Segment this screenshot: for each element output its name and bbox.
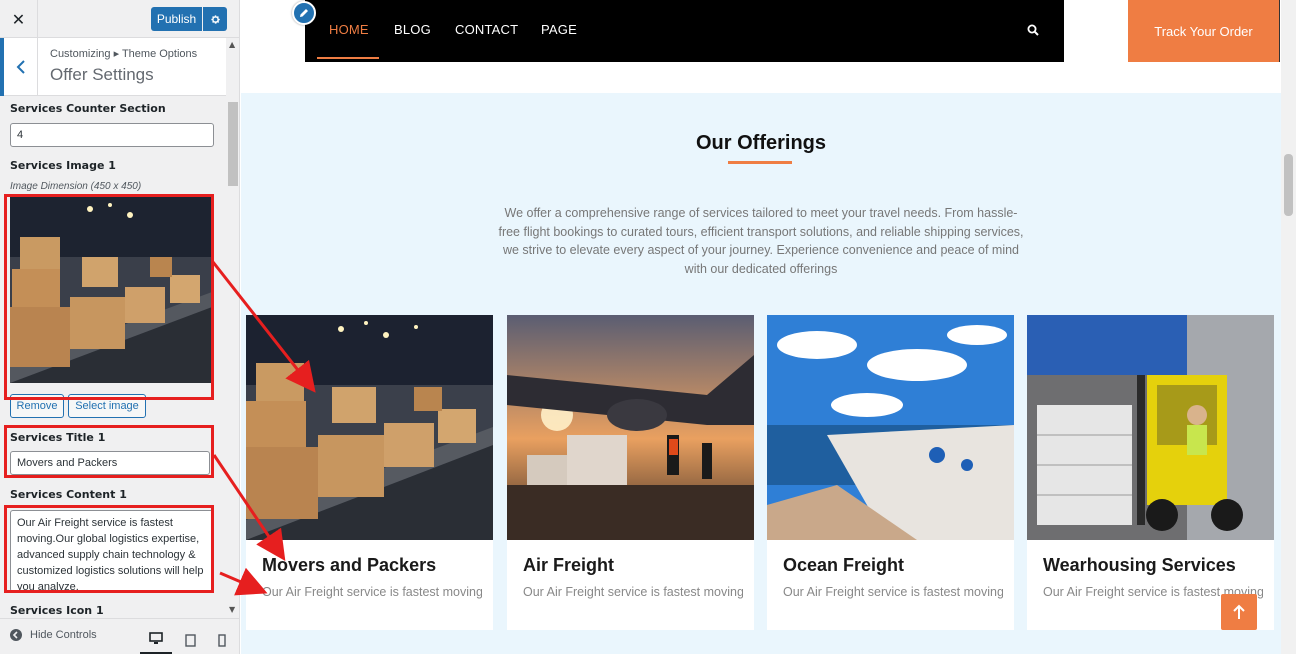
track-order-button[interactable]: Track Your Order (1128, 0, 1280, 62)
scroll-to-top-button[interactable] (1221, 594, 1257, 630)
section-title: Offer Settings (50, 65, 154, 84)
card-image-warehouse-boxes (246, 315, 493, 540)
nav-item-page[interactable]: PAGE (541, 22, 577, 37)
card-image-santorini-coast (767, 315, 1014, 540)
card-title: Air Freight (523, 555, 615, 575)
desktop-preview-icon[interactable] (140, 625, 172, 654)
sidebar-scrollbar[interactable]: ▲ ▼ (226, 38, 239, 618)
tablet-preview-icon[interactable] (174, 625, 206, 654)
scroll-up-icon[interactable]: ▲ (229, 40, 235, 49)
sidebar-scroll-thumb[interactable] (228, 102, 238, 186)
mobile-preview-icon[interactable] (206, 625, 238, 654)
offerings-title-underline (728, 161, 792, 164)
card-title: Wearhousing Services (1043, 555, 1236, 575)
card-image-forklift (1027, 315, 1274, 540)
nav-item-home[interactable]: HOME (329, 22, 369, 37)
main-nav: HOME BLOG CONTACT PAGE Track Your Order (305, 0, 1280, 62)
gear-icon[interactable] (203, 7, 227, 31)
hide-controls-icon (10, 629, 22, 641)
icon-label: Services Icon 1 (10, 604, 104, 617)
card-text: Our Air Freight service is fastest movin… (262, 585, 482, 599)
nav-item-blog[interactable]: BLOG (394, 22, 431, 37)
customizer-footer: Hide Controls (0, 618, 239, 654)
offerings-description: We offer a comprehensive range of servic… (498, 206, 1024, 276)
close-icon[interactable]: ✕ (0, 0, 38, 38)
annotation-box-content (4, 505, 214, 593)
site-preview: HOME BLOG CONTACT PAGE Track Your Order … (241, 0, 1296, 654)
publish-button[interactable]: Publish (151, 7, 202, 31)
offering-card-air-freight[interactable]: Air Freight Our Air Freight service is f… (507, 315, 754, 630)
back-icon[interactable] (0, 38, 38, 96)
counter-label: Services Counter Section (10, 102, 166, 115)
breadcrumb: Customizing ▸ Theme Options (50, 48, 198, 60)
hide-controls-button[interactable]: Hide Controls (10, 629, 97, 641)
offerings-title: Our Offerings (695, 132, 826, 154)
card-title: Ocean Freight (783, 555, 905, 575)
preview-scroll-thumb[interactable] (1284, 154, 1293, 216)
nav-item-contact[interactable]: CONTACT (455, 22, 518, 37)
content-label: Services Content 1 (10, 488, 127, 501)
image-dimension-note: Image Dimension (450 x 450) (10, 181, 142, 192)
card-image-airplane-cargo (507, 315, 754, 540)
card-text: Our Air Freight service is fastest movin… (523, 585, 743, 599)
offering-card-movers[interactable]: Movers and Packers Our Air Freight servi… (246, 315, 493, 630)
annotation-box-image (4, 194, 214, 400)
scroll-down-icon[interactable]: ▼ (229, 605, 235, 614)
customizer-topbar: ✕ Publish (0, 0, 239, 38)
section-header: Customizing ▸ Theme Options Offer Settin… (0, 38, 226, 96)
nav-active-underline (317, 57, 379, 59)
preview-scrollbar[interactable] (1281, 0, 1296, 654)
offering-card-warehousing[interactable]: Wearhousing Services Our Air Freight ser… (1027, 315, 1274, 630)
hide-controls-label: Hide Controls (30, 629, 97, 641)
image-label: Services Image 1 (10, 159, 116, 172)
counter-input[interactable]: 4 (10, 123, 214, 147)
search-icon[interactable] (1027, 24, 1039, 39)
card-text: Our Air Freight service is fastest movin… (783, 585, 1003, 599)
annotation-box-title (4, 425, 214, 478)
offering-card-ocean-freight[interactable]: Ocean Freight Our Air Freight service is… (767, 315, 1014, 630)
edit-pencil-icon[interactable] (292, 1, 316, 25)
card-title: Movers and Packers (262, 555, 437, 575)
offerings-section: Our Offerings We offer a comprehensive r… (241, 93, 1281, 654)
